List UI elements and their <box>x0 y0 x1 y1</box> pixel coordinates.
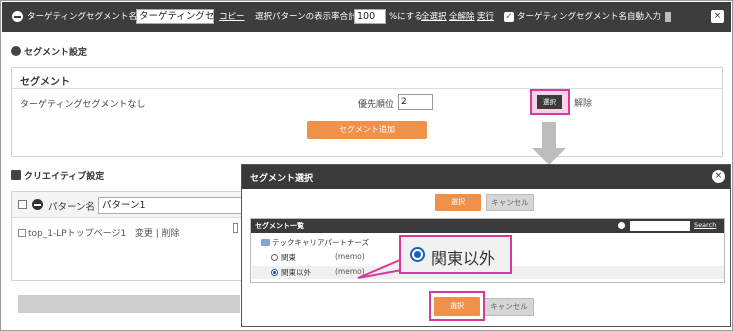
zoom-callout: 関東以外 <box>399 235 512 274</box>
modal-header: セグメント選択 × <box>242 165 730 189</box>
segment-settings-header: セグメント設定 <box>11 45 87 58</box>
option-label: 関東以外 <box>281 268 311 277</box>
priority-input[interactable]: 2 <box>398 94 433 110</box>
deselect-all-link[interactable]: 全解除 <box>449 10 475 24</box>
option-label: 関東 <box>281 253 296 262</box>
segment-toolbar: ターゲティングセグメント名 ターゲティングセグ コピー 選択パターンの表示率合計… <box>2 2 731 32</box>
modal-select-button-top[interactable]: 選択 <box>435 194 481 211</box>
pattern-total-input[interactable]: 100 <box>354 9 386 24</box>
modal-cancel-button-bottom[interactable]: キャンセル <box>484 298 534 316</box>
divider <box>12 88 722 89</box>
pattern-total-suffix: %にする <box>389 12 423 22</box>
close-icon[interactable]: × <box>711 10 724 23</box>
copy-link[interactable]: コピー <box>219 10 245 24</box>
select-all-link[interactable]: 全選択 <box>421 10 447 24</box>
modal-title: セグメント選択 <box>250 174 314 184</box>
segment-box: セグメント ターゲティングセグメントなし 優先順位 2 <box>11 67 723 157</box>
modal-cancel-button-top[interactable]: キャンセル <box>486 194 534 211</box>
segment-select-button[interactable]: 選択 <box>537 95 562 109</box>
priority-label: 優先順位 <box>358 100 395 110</box>
segment-option-kanto[interactable]: 関東 (memo) <box>271 252 365 263</box>
collapse-icon[interactable] <box>32 199 43 210</box>
auto-input-label: ターゲティングセグメント名自動入力 <box>517 12 661 22</box>
segment-name-label: ターゲティングセグメント名 <box>27 12 137 22</box>
add-segment-button[interactable]: セグメント追加 <box>307 121 427 139</box>
pattern-name-label: パターン名 <box>48 202 96 213</box>
radio-selected-icon <box>410 247 425 262</box>
segment-option-outside-kanto[interactable]: 関東以外 (memo) <box>271 267 365 278</box>
execute-link[interactable]: 実行 <box>477 10 494 24</box>
radio-icon[interactable] <box>271 254 278 261</box>
select-button-highlight: 選択 <box>530 89 570 115</box>
segment-list-header: セグメント一覧 Search <box>251 219 724 233</box>
creative-item-row: top_1-LPトップページ1 変更 | 削除 <box>18 226 180 239</box>
creative-item-name: top_1-LPトップページ1 <box>28 229 127 239</box>
footer-gray-bar <box>18 295 240 313</box>
settings-icon <box>11 46 21 56</box>
search-radio[interactable] <box>618 222 625 229</box>
creative-settings-title: クリエイティブ設定 <box>24 172 105 182</box>
creative-box: パターン名 パターン1 top_1-LPトップページ1 変更 | 削除 <box>11 191 248 281</box>
trash-icon[interactable] <box>665 12 671 22</box>
no-targeting-label: ターゲティングセグメントなし <box>20 100 146 110</box>
close-icon[interactable]: × <box>712 170 725 183</box>
folder-name: テックキャリアパートナーズ <box>272 238 369 247</box>
image-icon <box>11 170 21 180</box>
pattern-checkbox[interactable] <box>18 200 27 209</box>
down-arrow-icon <box>532 122 566 165</box>
segment-list-title: セグメント一覧 <box>255 222 304 230</box>
segment-cancel-link[interactable]: 解除 <box>574 96 592 109</box>
pattern-total-label: 選択パターンの表示率合計を <box>255 12 366 22</box>
delete-link[interactable]: 削除 <box>162 229 180 239</box>
change-link[interactable]: 変更 <box>135 229 153 239</box>
search-link[interactable]: Search <box>694 221 716 229</box>
callout-pointer <box>357 258 404 279</box>
folder-row[interactable]: テックキャリアパートナーズ <box>261 237 369 248</box>
collapse-icon[interactable] <box>12 11 23 22</box>
segment-settings-title: セグメント設定 <box>24 48 88 58</box>
pattern-name-input[interactable]: パターン1 <box>98 197 248 214</box>
creative-settings-header: クリエイティブ設定 <box>11 169 104 182</box>
bottom-select-highlight <box>429 291 485 321</box>
segment-name-input[interactable]: ターゲティングセグ <box>136 9 214 24</box>
auto-input-checkbox[interactable]: ✓ <box>504 12 514 22</box>
folder-icon <box>261 239 270 246</box>
callout-label: 関東以外 <box>431 249 496 268</box>
pattern-header-row: パターン名 パターン1 <box>12 192 248 218</box>
item-checkbox[interactable] <box>18 229 26 237</box>
screenshot-frame: ターゲティングセグメント名 ターゲティングセグ コピー 選択パターンの表示率合計… <box>0 0 733 331</box>
search-input[interactable] <box>630 221 690 231</box>
side-marker <box>233 223 238 233</box>
radio-selected-icon[interactable] <box>271 269 278 276</box>
segment-box-title: セグメント <box>20 77 70 88</box>
